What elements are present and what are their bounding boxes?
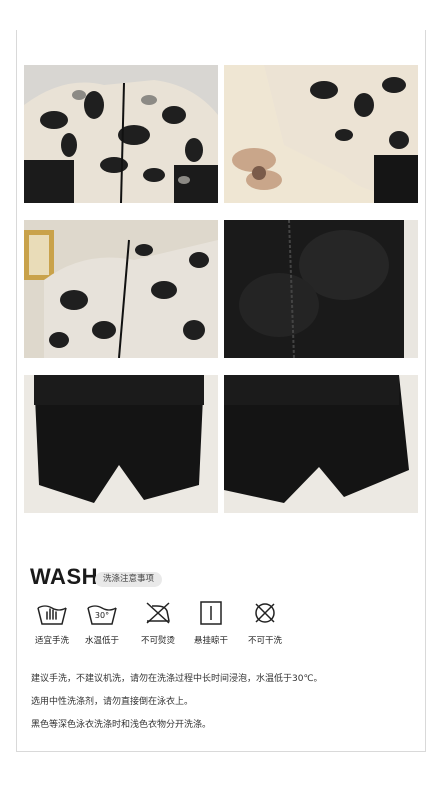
no-iron-icon: [128, 598, 188, 628]
product-photo-floral-front: [24, 65, 218, 203]
care-label: 不可干洗: [247, 636, 282, 646]
water-temp-icon: 30°: [72, 598, 132, 628]
care-label: 水温低于: [84, 636, 119, 646]
water-temp-value: 30°: [94, 611, 110, 620]
product-photo-black-inner: [224, 220, 418, 358]
wash-note: 黑色等深色泳衣洗涤时和浅色衣物分开洗涤。: [31, 720, 212, 730]
care-item-water-temp: 30° 水温低于: [72, 598, 132, 646]
care-label: 悬挂晾干: [193, 636, 228, 646]
product-photo-black-shorts-right: [224, 375, 418, 513]
care-item-hang-dry: 悬挂晾干: [181, 598, 241, 646]
wash-note: 选用中性洗涤剂，请勿直接倒在泳衣上。: [31, 697, 194, 707]
product-photo-floral-zip: [24, 220, 218, 358]
care-item-no-iron: 不可熨烫: [128, 598, 188, 646]
wash-note: 建议手洗，不建议机洗，请勿在洗涤过程中长时间浸泡，水温低于30℃。: [31, 674, 323, 684]
hang-dry-icon: [181, 598, 241, 628]
wash-title: WASH: [30, 564, 98, 589]
wash-subtitle-badge: 洗涤注意事项: [95, 572, 163, 587]
product-photo-black-shorts-left: [24, 375, 218, 513]
care-item-no-dry-clean: 不可干洗: [235, 598, 295, 646]
no-dry-clean-icon: [235, 598, 295, 628]
product-photo-floral-sleeve: [224, 65, 418, 203]
care-label: 不可熨烫: [140, 636, 175, 646]
